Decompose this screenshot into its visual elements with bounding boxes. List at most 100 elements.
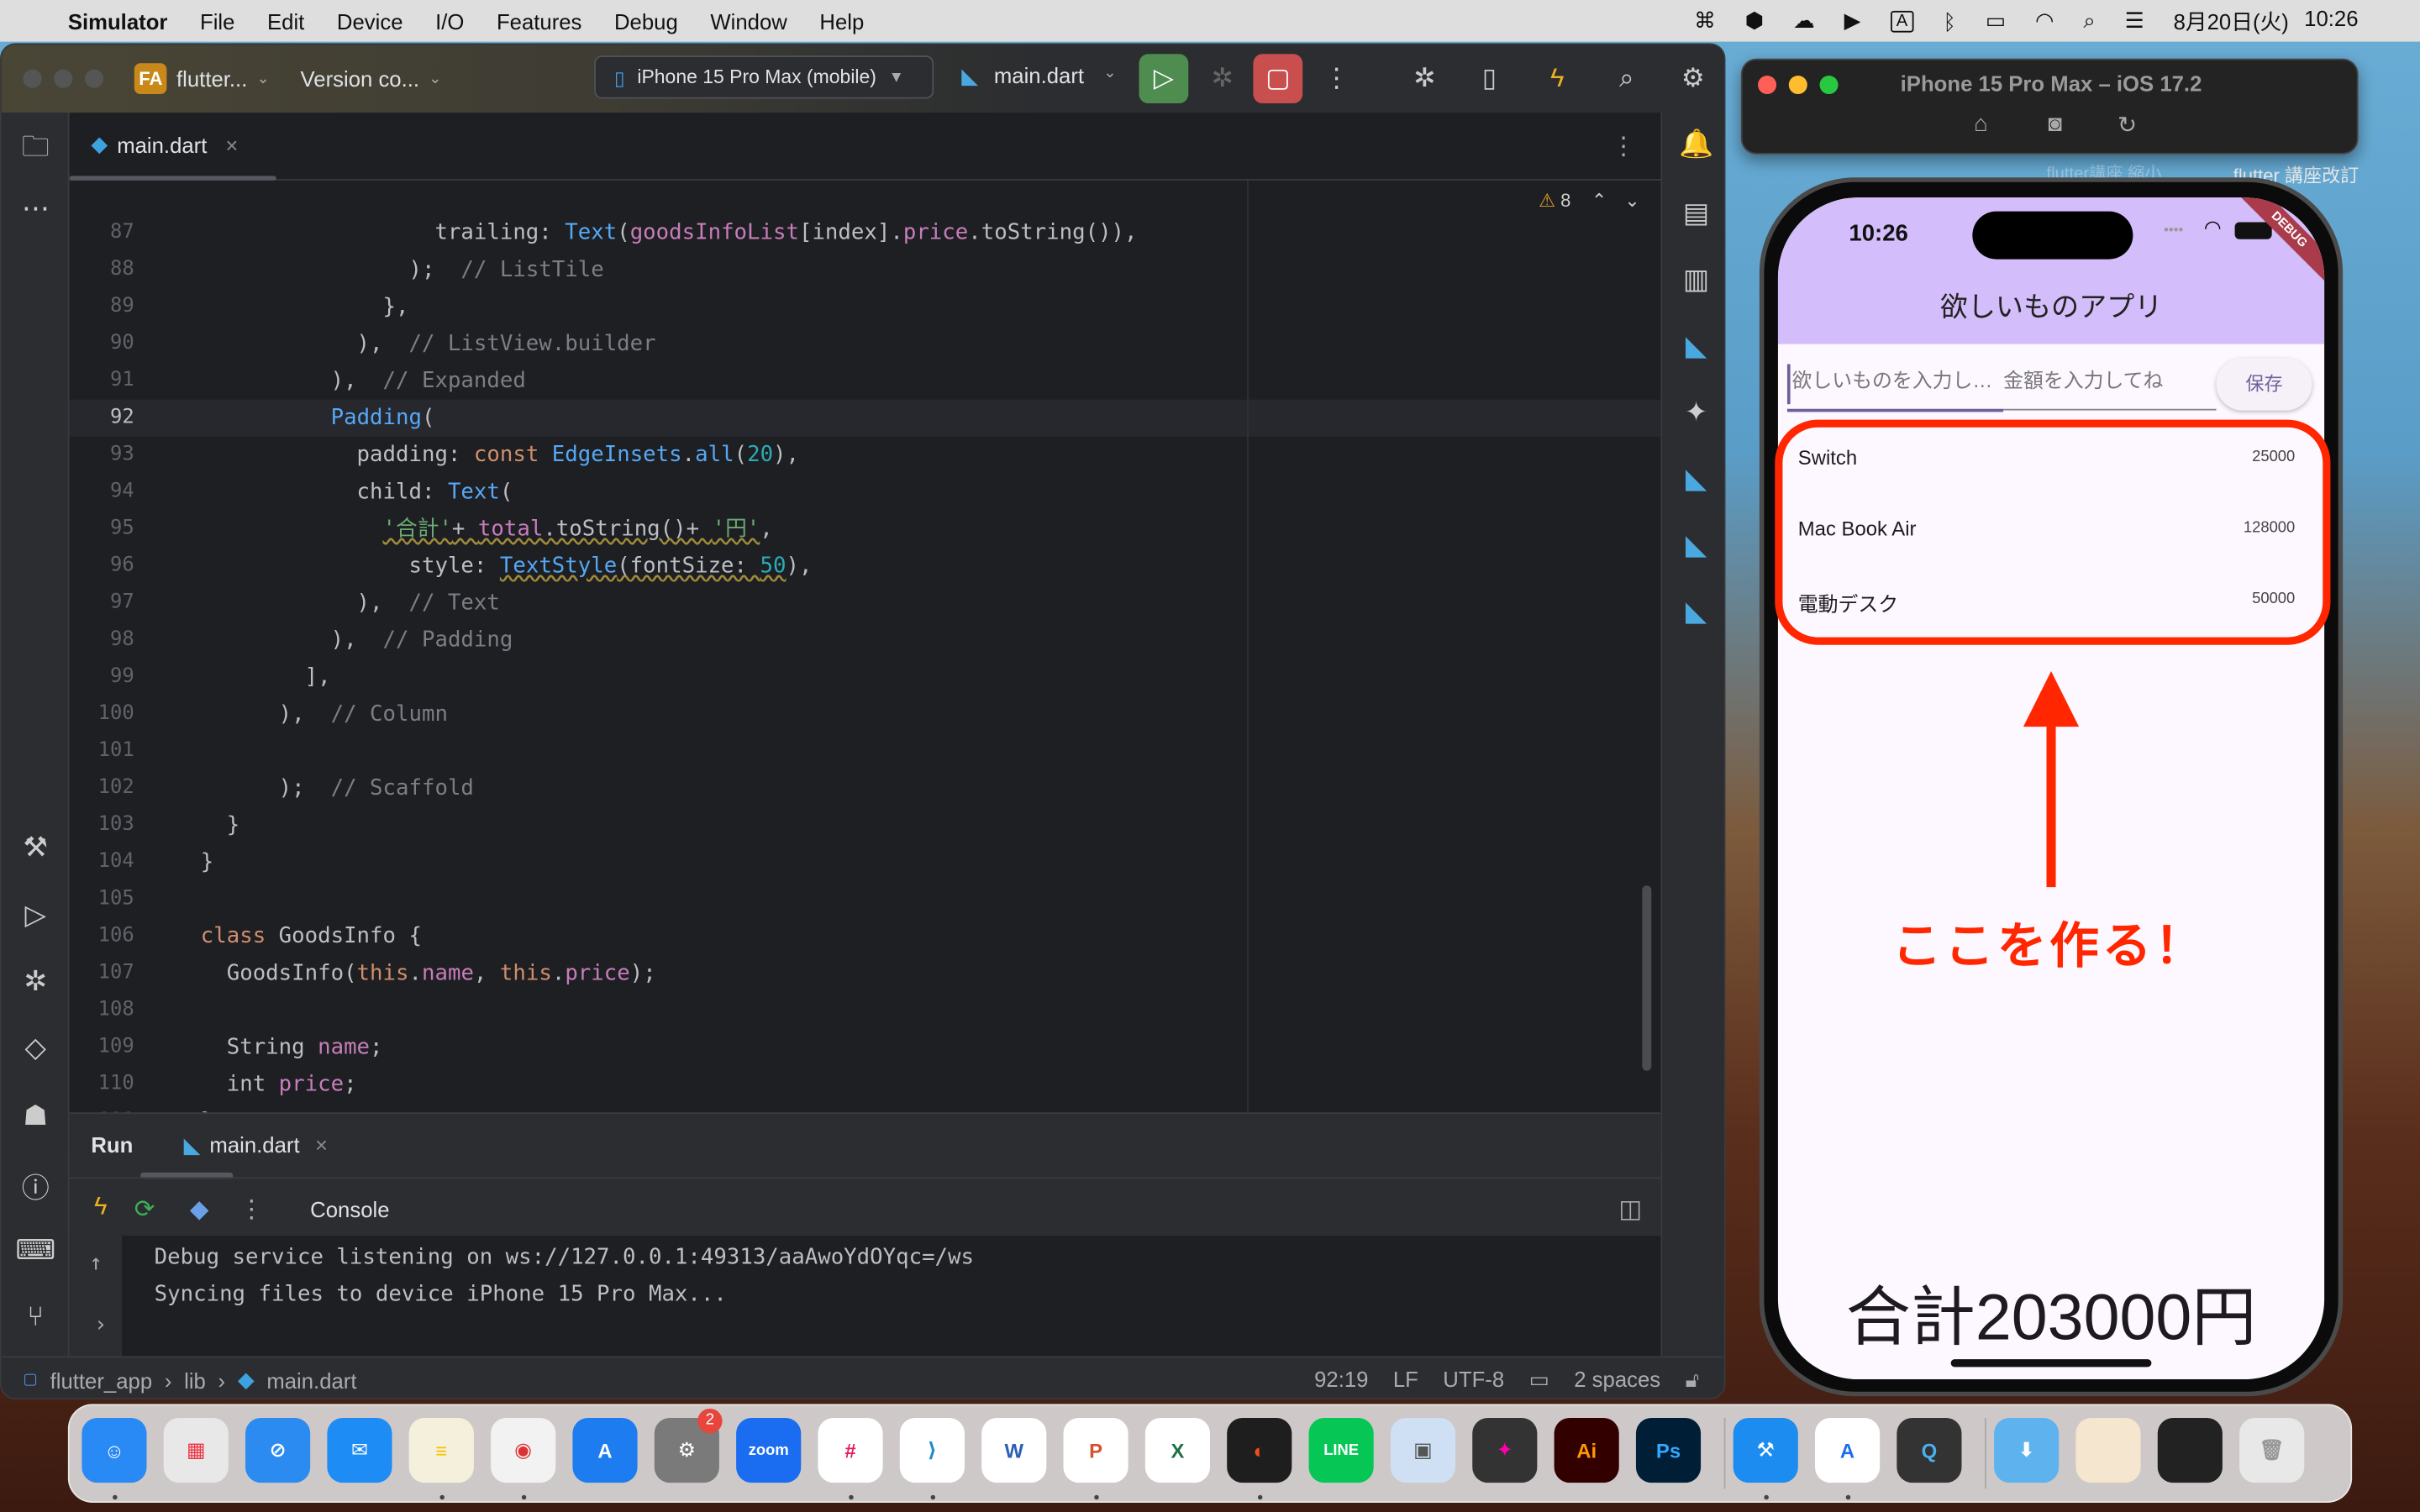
file-encoding[interactable]: UTF-8	[1443, 1367, 1504, 1393]
more-icon[interactable]: ⋮	[239, 1194, 264, 1226]
search-icon[interactable]: ⌕	[1602, 54, 1652, 103]
battery-icon[interactable]: ▭	[1986, 8, 2006, 34]
dock-notes-icon[interactable]: ≡	[408, 1417, 474, 1483]
flutter-deeplinks-icon[interactable]: ◣	[1662, 596, 1723, 628]
dart-devtools-icon[interactable]: ◆	[190, 1194, 209, 1226]
code-line[interactable]: 106 class GoodsInfo {	[70, 918, 1661, 955]
line-number[interactable]: 87	[70, 214, 134, 251]
line-number[interactable]: 109	[70, 1029, 134, 1066]
creative-cloud-icon[interactable]: ☁	[1793, 8, 1815, 34]
close-tab-icon[interactable]: ×	[315, 1132, 328, 1158]
tab-options-icon[interactable]: ⋮	[1612, 131, 1636, 162]
line-number[interactable]: 101	[70, 732, 134, 769]
home-indicator[interactable]	[1950, 1359, 2152, 1368]
line-number[interactable]: 91	[70, 363, 134, 400]
code-line[interactable]: 91 ), // Expanded	[70, 363, 1661, 400]
vcs-selector[interactable]: Version co...	[301, 66, 420, 91]
dock-recent-doc-1-icon[interactable]	[2075, 1417, 2141, 1483]
line-separator[interactable]: LF	[1393, 1367, 1418, 1393]
window-zoom-button[interactable]	[85, 69, 104, 88]
line-number[interactable]: 95	[70, 511, 134, 548]
line-number[interactable]: 92	[70, 400, 134, 437]
home-icon[interactable]: ⌂	[1974, 111, 1988, 137]
hot-restart-icon[interactable]: ⟳	[134, 1194, 155, 1226]
caret-position[interactable]: 92:19	[1314, 1367, 1368, 1393]
code-line[interactable]: 99 ],	[70, 659, 1661, 696]
flutter-outline-icon[interactable]: ◣	[1662, 330, 1723, 363]
figma-agent-icon[interactable]: ⌘	[1694, 8, 1716, 34]
menu-io[interactable]: I/O	[435, 8, 464, 33]
code-line[interactable]: 88 ); // ListTile	[70, 251, 1661, 288]
menu-window[interactable]: Window	[710, 8, 786, 33]
run-config-selector[interactable]: main.dart	[994, 63, 1084, 87]
clipboard-icon[interactable]: ▥	[1662, 264, 1723, 297]
line-number[interactable]: 108	[70, 992, 134, 1029]
notifications-bell-icon[interactable]: 🔔	[1662, 128, 1723, 160]
code-line[interactable]: 107 GoodsInfo(this.name, this.price);	[70, 955, 1661, 992]
screenshot-icon[interactable]: ◙	[2048, 111, 2062, 137]
code-line[interactable]: 89 },	[70, 288, 1661, 325]
line-number[interactable]: 98	[70, 622, 134, 659]
terminal-icon[interactable]: ⌨	[2, 1234, 70, 1267]
bluetooth-icon[interactable]: ᛒ	[1943, 8, 1955, 33]
dock-photoshop-icon[interactable]: Ps	[1635, 1417, 1702, 1483]
menu-device[interactable]: Device	[337, 8, 403, 33]
console-output[interactable]: ↑ › Debug service listening on ws://127.…	[69, 1236, 1661, 1357]
flutter-inspector-icon[interactable]: ▯	[1465, 54, 1514, 103]
console-tab[interactable]: Console	[310, 1197, 389, 1221]
line-number[interactable]: 102	[70, 770, 134, 807]
code-line[interactable]: 108	[70, 992, 1661, 1029]
code-line[interactable]: 104}	[70, 844, 1661, 881]
flutter-inspector-icon[interactable]: ◣	[1662, 529, 1723, 562]
breadcrumb-item[interactable]: lib	[184, 1368, 206, 1392]
dock-illustrator-icon[interactable]: Ai	[1554, 1417, 1619, 1483]
window-minimize-button[interactable]	[54, 69, 73, 88]
ai-assistant-icon[interactable]: ✦	[1662, 396, 1723, 429]
line-number[interactable]: 93	[70, 437, 134, 474]
code-line[interactable]: 92 Padding(	[69, 399, 1661, 437]
prev-warning-icon[interactable]: ⌃	[1591, 190, 1607, 212]
dock-app-store-icon[interactable]: A	[572, 1417, 638, 1483]
window-close-button[interactable]	[23, 69, 42, 88]
dock-instruments-icon[interactable]: A	[1815, 1417, 1881, 1483]
code-line[interactable]: 103 }	[70, 807, 1661, 844]
dock-final-cut-icon[interactable]: ✦	[1472, 1417, 1538, 1483]
input-source-icon[interactable]: A	[1890, 9, 1914, 32]
control-center-icon[interactable]: ☰	[2125, 8, 2144, 34]
flutter-performance-icon[interactable]: ◣	[1662, 463, 1723, 496]
attach-debugger-icon[interactable]: ✲	[1400, 54, 1449, 103]
line-number[interactable]: 90	[70, 326, 134, 363]
menu-file[interactable]: File	[200, 8, 234, 33]
code-line[interactable]: 110 int price;	[70, 1066, 1661, 1103]
dock-mail-icon[interactable]: ✉	[327, 1417, 392, 1483]
code-line[interactable]: 97 ), // Text	[70, 585, 1661, 622]
tab-main-dart[interactable]: ◆ main.dart ×	[91, 131, 238, 157]
dock-vscode-icon[interactable]: ⟩	[899, 1417, 965, 1483]
price-input[interactable]: 金額を入力してね	[2003, 364, 2216, 404]
settings-gear-icon[interactable]: ⚙	[1669, 54, 1718, 103]
line-number[interactable]: 99	[70, 659, 134, 696]
code-line[interactable]: 87 trailing: Text(goodsInfoList[index].p…	[70, 214, 1661, 251]
cat-icon[interactable]: ☗	[2, 1100, 70, 1133]
code-line[interactable]: 94 child: Text(	[70, 474, 1661, 511]
dock-recent-doc-2-icon[interactable]	[2157, 1417, 2223, 1483]
code-line[interactable]: 109 String name;	[70, 1029, 1661, 1066]
debug-button[interactable]: ✲	[1197, 54, 1247, 103]
line-number[interactable]: 89	[70, 288, 134, 325]
debug-tool-icon[interactable]: ✲	[2, 966, 70, 999]
dock-preview-icon[interactable]: ▣	[1390, 1417, 1456, 1483]
dock-slack-icon[interactable]: #	[818, 1417, 883, 1483]
indent-setting[interactable]: 2 spaces	[1574, 1367, 1660, 1393]
layout-toggle-icon[interactable]: ◫	[1619, 1194, 1643, 1226]
menu-help[interactable]: Help	[819, 8, 864, 33]
device-manager-icon[interactable]: ▤	[1662, 197, 1723, 230]
code-line[interactable]: 98 ), // Padding	[70, 622, 1661, 659]
breadcrumb-item[interactable]: main.dart	[266, 1368, 356, 1392]
spotlight-search-icon[interactable]: ⌕	[2083, 8, 2095, 34]
more-tools-icon[interactable]: ⋯	[2, 193, 70, 226]
rotate-icon[interactable]: ↻	[2118, 111, 2137, 139]
project-folder-icon[interactable]: 🗀	[2, 128, 70, 174]
code-line[interactable]: 102 ); // Scaffold	[70, 770, 1661, 807]
menu-debug[interactable]: Debug	[614, 8, 678, 33]
device-selector[interactable]: ▯ iPhone 15 Pro Max (mobile) ▼	[594, 55, 934, 99]
